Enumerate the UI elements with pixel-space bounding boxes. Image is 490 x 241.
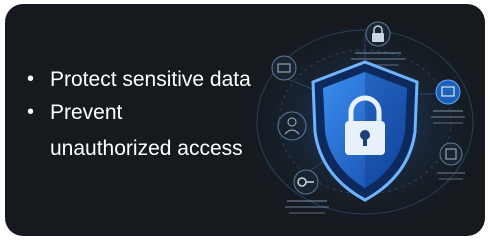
bullet-dot: • [27,101,35,123]
bullet-text-line1: Prevent [50,101,123,124]
bullet-item: • Protect sensitive data [27,66,257,93]
bullet-dot: • [27,68,35,90]
network-icon [271,55,297,81]
bullet-text: Protect sensitive data [50,68,251,91]
bullet-item: • Prevent unauthorized access [27,99,257,162]
security-slide-card: • Protect sensitive data • Prevent unaut… [5,4,485,236]
bullet-text-line2: unauthorized access [50,137,243,160]
bullet-list: • Protect sensitive data • Prevent unaut… [27,66,257,168]
